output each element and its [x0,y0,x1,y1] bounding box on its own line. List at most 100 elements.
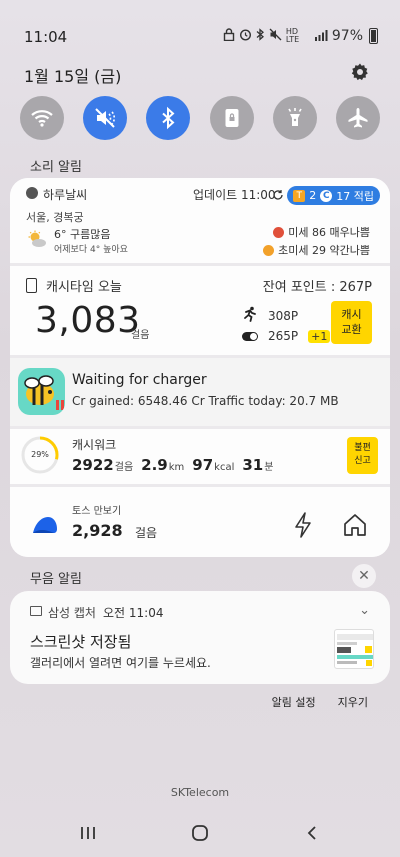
cashtime-step-unit: 걸음 [131,330,150,341]
toggle-icon [242,331,258,341]
close-icon[interactable]: ✕ [352,564,376,588]
cashwalk-title: 캐시워크 [72,438,117,452]
sound-mute-toggle[interactable] [83,96,128,140]
back-button[interactable] [297,820,327,846]
portrait-lock-toggle[interactable] [209,96,254,140]
steps-value: 2922 [72,456,114,474]
wifi-toggle[interactable] [20,96,64,140]
charger-subtitle: Cr gained: 6548.46 Cr Traffic today: 20.… [72,394,339,408]
network-type-label: HD LTE [285,27,300,44]
wifi-icon [31,110,53,127]
weather-temp: 6° 구름많음 [54,228,111,241]
settings-gear-icon[interactable] [350,62,370,82]
chevron-down-icon[interactable]: ⌄ [359,603,370,618]
capture-app-name: 삼성 캡처 [48,606,96,620]
very-bad-face-icon [273,226,285,238]
mute-status-icon [269,28,282,44]
cash-exchange-line2: 교환 [341,323,362,336]
t-point-value: 2 [309,189,317,202]
cashwalk-minutes: 31분 [242,455,273,474]
airplane-mode-toggle[interactable] [335,96,380,140]
navigation-bar [0,820,400,846]
flashlight-toggle[interactable] [272,96,317,140]
cashtime-title: 캐시타임 오늘 [46,280,122,295]
airplane-icon [348,108,368,128]
report-line1: 불편 [354,443,371,453]
charger-notification[interactable]: Waiting for charger Cr gained: 6548.46 C… [10,358,390,426]
cashwalk-kcal: 97kcal [192,455,234,474]
toss-step-unit: 걸음 [135,526,158,540]
home-button[interactable] [185,820,215,846]
sound-notifications-card: 하루날씨 업데이트 11:00 T 2 C 17 적립 서울, 경복궁 6° 구… [10,178,390,557]
distance-value: 2.9 [141,456,168,474]
toss-title: 토스 만보기 [72,506,122,517]
refresh-icon[interactable] [272,186,284,205]
c-point-icon: C [320,189,333,202]
quick-settings-row [20,96,380,140]
other-points-value: 265P [268,329,299,343]
weather-location: 서울, 경복궁 [26,211,84,224]
kcal-value: 97 [192,456,214,474]
bluetooth-toggle[interactable] [146,96,191,140]
other-points-row: 265P +1 [242,329,331,343]
status-icons: HD LTE 97% [223,28,378,44]
home-icon[interactable] [341,511,369,539]
clear-all-link[interactable]: 지우기 [338,694,368,710]
capture-body: 갤러리에서 열려면 여기를 누르세요. [30,656,211,670]
image-icon [30,606,42,616]
progress-percent: 29% [31,450,49,459]
steps-unit: 걸음 [114,462,134,473]
weather-notification[interactable]: 하루날씨 업데이트 11:00 T 2 C 17 적립 서울, 경복궁 6° 구… [10,178,390,263]
t-point-icon: T [293,189,306,202]
ultra-fine-dust-row: 초미세 29 약간나쁨 [263,242,370,258]
weather-app-name: 하루날씨 [43,188,88,202]
walk-points-value: 308P [268,308,299,323]
cashwalk-notification[interactable]: 29% 캐시워크 2922걸음 2.9km 97kcal 31분 불편 신고 [10,429,390,484]
capture-title: 스크린샷 저장됨 [30,633,132,651]
screenshot-notification[interactable]: 삼성 캡처 오전 11:04 ⌄ 스크린샷 저장됨 갤러리에서 열려면 여기를 … [10,591,390,684]
weather-app-icon [26,187,38,199]
flashlight-icon [288,108,302,126]
cashwalk-distance: 2.9km [141,455,184,474]
notification-footer: 알림 설정 지우기 [272,694,368,710]
cashtime-app-icon [26,278,37,293]
screenshot-thumbnail[interactable] [334,629,374,669]
mute-icon [95,108,116,128]
cashtime-notification[interactable]: 캐시타임 오늘 잔여 포인트 : 267P 3,083 걸음 308P 265P… [10,266,390,355]
toss-pedometer-notification[interactable]: 토스 만보기 2,928 걸음 [10,487,390,557]
cashwalk-steps: 2922걸음 [72,455,133,474]
bluetooth-status-icon [256,28,265,44]
slightly-bad-face-icon [263,244,275,256]
weather-update-time[interactable]: 업데이트 11:00 [193,186,276,203]
lightning-icon[interactable] [292,511,314,539]
cashtime-step-count: 3,083 [35,300,141,341]
cashwalk-stats: 2922걸음 2.9km 97kcal 31분 [72,455,273,474]
battery-icon [369,28,378,44]
status-time: 11:04 [24,28,68,46]
portrait-lock-icon [225,109,239,127]
distance-unit: km [168,462,185,473]
notification-settings-link[interactable]: 알림 설정 [272,694,316,710]
cashtime-remaining-points: 잔여 포인트 : 267P [262,280,372,295]
fine-dust-value: 미세 86 매우나쁨 [288,226,370,239]
recents-button[interactable] [73,820,103,846]
alarm-icon [239,28,252,44]
weather-compare: 어제보다 4° 높아요 [54,245,128,255]
report-button[interactable]: 불편 신고 [347,437,378,474]
cash-exchange-button[interactable]: 캐시 교환 [331,301,372,344]
ultra-fine-dust-value: 초미세 29 약간나쁨 [278,244,370,257]
bee-app-icon [18,368,65,415]
toss-step-count: 2,928 [72,521,123,540]
signal-icon [314,29,328,44]
bluetooth-icon [162,106,175,130]
partly-cloudy-icon [27,230,47,248]
running-icon [242,306,258,325]
lock-icon [223,28,235,44]
status-bar: 11:04 HD LTE 97% [0,26,400,48]
minutes-unit: 분 [264,462,274,473]
kcal-unit: kcal [214,462,235,473]
points-badge[interactable]: T 2 C 17 적립 [287,186,380,205]
bonus-badge: +1 [308,329,331,343]
panel-date: 1월 15일 (금) [24,67,122,86]
report-line2: 신고 [354,456,371,466]
